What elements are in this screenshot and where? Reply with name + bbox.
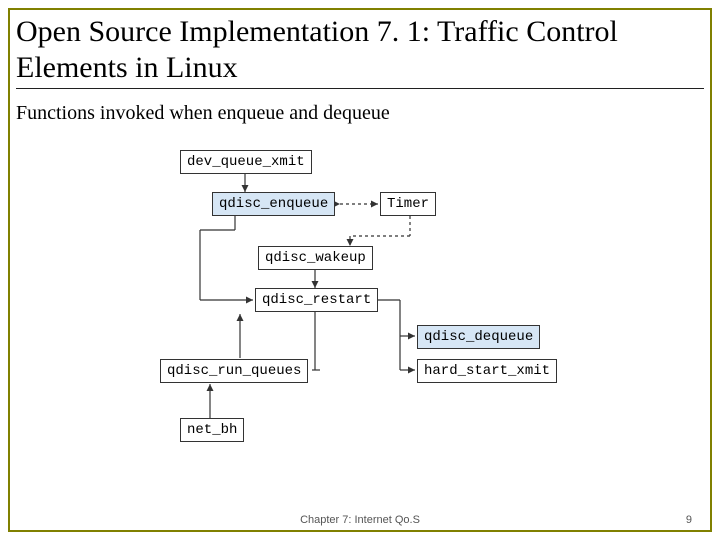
slide-title: Open Source Implementation 7. 1: Traffic… <box>16 14 704 89</box>
slide-subtitle: Functions invoked when enqueue and deque… <box>16 102 390 125</box>
box-qdisc-restart: qdisc_restart <box>255 288 378 312</box>
footer-chapter: Chapter 7: Internet Qo.S <box>0 514 720 526</box>
box-qdisc-dequeue: qdisc_dequeue <box>417 325 540 349</box>
box-net-bh: net_bh <box>180 418 244 442</box>
box-qdisc-wakeup: qdisc_wakeup <box>258 246 373 270</box>
box-hard-start-xmit: hard_start_xmit <box>417 359 557 383</box>
box-qdisc-run-queues: qdisc_run_queues <box>160 359 308 383</box>
box-qdisc-enqueue: qdisc_enqueue <box>212 192 335 216</box>
box-dev-queue-xmit: dev_queue_xmit <box>180 150 312 174</box>
slide-footer: Chapter 7: Internet Qo.S 9 <box>0 514 720 526</box>
flow-diagram: dev_queue_xmit qdisc_enqueue Timer qdisc… <box>140 150 580 480</box>
footer-page: 9 <box>686 514 692 526</box>
box-timer: Timer <box>380 192 436 216</box>
title-area: Open Source Implementation 7. 1: Traffic… <box>16 14 704 93</box>
